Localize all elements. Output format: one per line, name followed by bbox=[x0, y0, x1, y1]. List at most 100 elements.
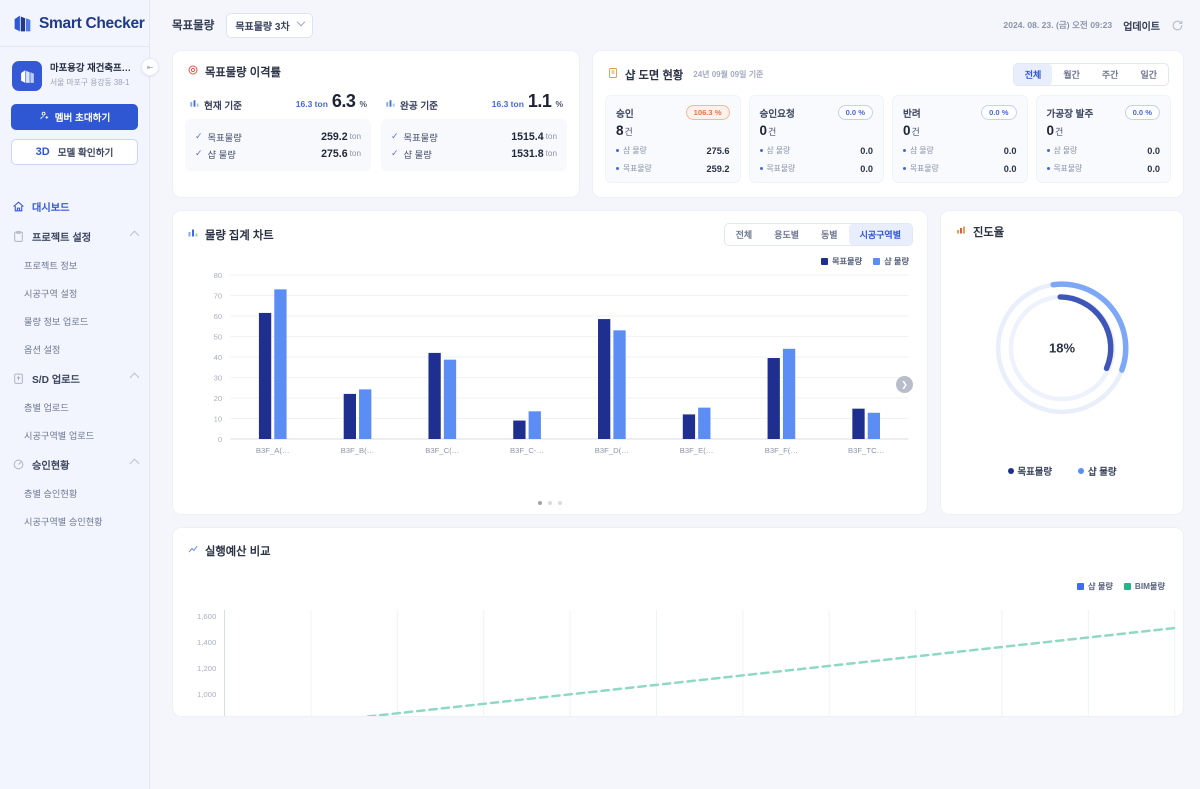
deviation-row-label: 샵 물량 bbox=[208, 147, 236, 161]
legend-label: 샵 물량 bbox=[1088, 580, 1113, 592]
tab-daily[interactable]: 일간 bbox=[1129, 64, 1168, 85]
sidebar: Smart Checker 마포용강 재건축프로… 서울 마포구 용강동 38-… bbox=[0, 0, 150, 789]
view-3d-model-button[interactable]: 3D 모델 확인하기 bbox=[11, 139, 138, 165]
shop-cell-row-value: 275.6 bbox=[707, 146, 730, 156]
legend-label: 목표물량 bbox=[832, 255, 862, 267]
sidebar-item-label: 승인현황 bbox=[32, 457, 70, 472]
shop-cell-fabrication-order[interactable]: 가공장 발주 0.0 % 0건 샵 물량0.0 목표물량0.0 bbox=[1036, 95, 1172, 183]
deviation-row-value: 1531.8 bbox=[511, 148, 543, 160]
tab-all[interactable]: 전체 bbox=[1014, 64, 1053, 85]
svg-text:20: 20 bbox=[214, 394, 223, 403]
legend-swatch bbox=[1077, 583, 1084, 590]
sidebar-item-option-settings[interactable]: 옵션 설정 bbox=[0, 335, 149, 363]
project-summary[interactable]: 마포용강 재건축프로… 서울 마포구 용강동 38-1 bbox=[0, 47, 149, 91]
invite-member-button[interactable]: 멤버 초대하기 bbox=[11, 104, 138, 130]
shop-cell-approved[interactable]: 승인 106.3 % 8건 샵 물량275.6 목표물량259.2 bbox=[605, 95, 741, 183]
svg-text:50: 50 bbox=[214, 333, 223, 342]
deviation-row: ✓ 목표물량 1515.4 ton bbox=[391, 128, 557, 145]
svg-text:1,400: 1,400 bbox=[197, 638, 216, 647]
sidebar-item-project-info[interactable]: 프로젝트 정보 bbox=[0, 251, 149, 279]
pagination-dot[interactable] bbox=[548, 501, 552, 505]
chevron-up-icon[interactable] bbox=[130, 231, 140, 241]
sidebar-item-dashboard[interactable]: 대시보드 bbox=[0, 191, 149, 221]
sidebar-item-quantity-upload[interactable]: 물량 정보 업로드 bbox=[0, 307, 149, 335]
shop-cell-name: 반려 bbox=[903, 106, 921, 120]
chevron-down-icon bbox=[296, 18, 304, 26]
sidebar-item-floor-approval[interactable]: 층별 승인현황 bbox=[0, 479, 149, 507]
deviation-percent: 6.3 bbox=[332, 91, 356, 112]
doc-icon bbox=[607, 66, 619, 84]
shop-cell-approval-request[interactable]: 승인요청 0.0 % 0건 샵 물량0.0 목표물량0.0 bbox=[749, 95, 885, 183]
deviation-row-unit: ton bbox=[546, 149, 557, 158]
sidebar-item-label: 층별 업로드 bbox=[24, 400, 69, 414]
deviation-percent: 1.1 bbox=[528, 91, 552, 112]
shop-cell-rejected[interactable]: 반려 0.0 % 0건 샵 물량0.0 목표물량0.0 bbox=[892, 95, 1028, 183]
sidebar-item-label: 옵션 설정 bbox=[24, 342, 60, 356]
check-icon: ✓ bbox=[391, 131, 399, 142]
budget-legend: 샵 물량 BIM물량 bbox=[1077, 580, 1165, 592]
refresh-icon[interactable] bbox=[1171, 19, 1184, 32]
chart-next-button[interactable]: ❯ bbox=[896, 376, 913, 393]
progress-donut: 18% bbox=[941, 255, 1183, 440]
chart-pagination[interactable] bbox=[173, 501, 927, 505]
svg-text:10: 10 bbox=[214, 415, 223, 424]
sidebar-item-approval-status[interactable]: 승인현황 bbox=[0, 449, 149, 479]
svg-text:1,000: 1,000 bbox=[197, 690, 216, 699]
svg-text:0: 0 bbox=[218, 435, 222, 444]
tab-by-zone[interactable]: 시공구역별 bbox=[849, 224, 912, 245]
deviation-row-unit: ton bbox=[350, 132, 361, 141]
collapse-left-icon[interactable]: ⇤ bbox=[141, 58, 159, 76]
shop-cell-row-value: 0.0 bbox=[860, 164, 873, 174]
target-quantity-select[interactable]: 목표물량 3차 bbox=[226, 13, 312, 38]
tab-monthly[interactable]: 월간 bbox=[1052, 64, 1091, 85]
svg-text:B3F_A(…: B3F_A(… bbox=[256, 446, 290, 455]
budget-line-chart: 1,6001,4001,2001,000800 bbox=[173, 604, 1183, 717]
chevron-up-icon[interactable] bbox=[130, 373, 140, 383]
legend-item-shop: 샵 물량 bbox=[1077, 580, 1113, 592]
deviation-row: ✓ 목표물량 259.2 ton bbox=[195, 128, 361, 145]
sidebar-item-label: 시공구역 설정 bbox=[24, 286, 77, 300]
shop-cell-row-value: 0.0 bbox=[1147, 146, 1160, 156]
tab-by-usage[interactable]: 용도별 bbox=[763, 224, 810, 245]
chevron-up-icon[interactable] bbox=[130, 459, 140, 469]
status-badge: 0.0 % bbox=[981, 105, 1016, 120]
tab-weekly[interactable]: 주간 bbox=[1091, 64, 1130, 85]
shop-cell-count: 8 bbox=[616, 123, 624, 138]
pagination-dot[interactable] bbox=[538, 501, 542, 505]
bullet-icon bbox=[903, 167, 906, 170]
card-title: 실행예산 비교 bbox=[205, 543, 271, 559]
view-3d-model-label: 모델 확인하기 bbox=[58, 145, 114, 159]
svg-text:1,600: 1,600 bbox=[197, 612, 216, 621]
main-content: 목표물량 목표물량 3차 2024. 08. 23. (금) 오전 09:23 … bbox=[150, 0, 1200, 789]
page-title: 목표물량 bbox=[172, 17, 214, 33]
sidebar-item-sd-upload[interactable]: S/D 업로드 bbox=[0, 363, 149, 393]
shop-cell-row-label: 샵 물량 bbox=[1054, 145, 1078, 156]
card-title: 물량 집계 차트 bbox=[205, 227, 274, 243]
check-icon: ✓ bbox=[391, 148, 399, 159]
shop-cell-name: 승인 bbox=[616, 106, 634, 120]
tab-all[interactable]: 전체 bbox=[725, 224, 764, 245]
sidebar-item-zone-approval[interactable]: 시공구역별 승인현황 bbox=[0, 507, 149, 535]
sidebar-item-zone-settings[interactable]: 시공구역 설정 bbox=[0, 279, 149, 307]
shop-cell-row-label: 샵 물량 bbox=[623, 145, 647, 156]
svg-text:70: 70 bbox=[214, 292, 223, 301]
sidebar-item-label: 프로젝트 정보 bbox=[24, 258, 77, 272]
deviation-row-label: 목표물량 bbox=[208, 130, 242, 144]
pagination-dot[interactable] bbox=[558, 501, 562, 505]
card-title: 목표물량 이격률 bbox=[205, 64, 281, 80]
quantity-chart-card: 물량 집계 차트 전체 용도별 동별 시공구역별 목표물량 샵 물량 01020… bbox=[172, 210, 928, 515]
update-button[interactable]: 업데이트 bbox=[1123, 18, 1160, 33]
tab-by-building[interactable]: 동별 bbox=[810, 224, 849, 245]
chart-grouping-tabs: 전체 용도별 동별 시공구역별 bbox=[724, 223, 913, 246]
legend-item-target: 목표물량 bbox=[821, 255, 862, 267]
approval-icon bbox=[11, 457, 25, 471]
sidebar-item-zone-upload[interactable]: 시공구역별 업로드 bbox=[0, 421, 149, 449]
sidebar-item-project-settings[interactable]: 프로젝트 설정 bbox=[0, 221, 149, 251]
sidebar-item-floor-upload[interactable]: 층별 업로드 bbox=[0, 393, 149, 421]
bullet-icon bbox=[760, 167, 763, 170]
bullet-icon bbox=[616, 149, 619, 152]
sidebar-item-label: 프로젝트 설정 bbox=[32, 229, 91, 244]
shop-cell-row-value: 0.0 bbox=[1004, 146, 1017, 156]
bullet-icon bbox=[760, 149, 763, 152]
shop-cell-row: 목표물량259.2 bbox=[616, 163, 730, 174]
